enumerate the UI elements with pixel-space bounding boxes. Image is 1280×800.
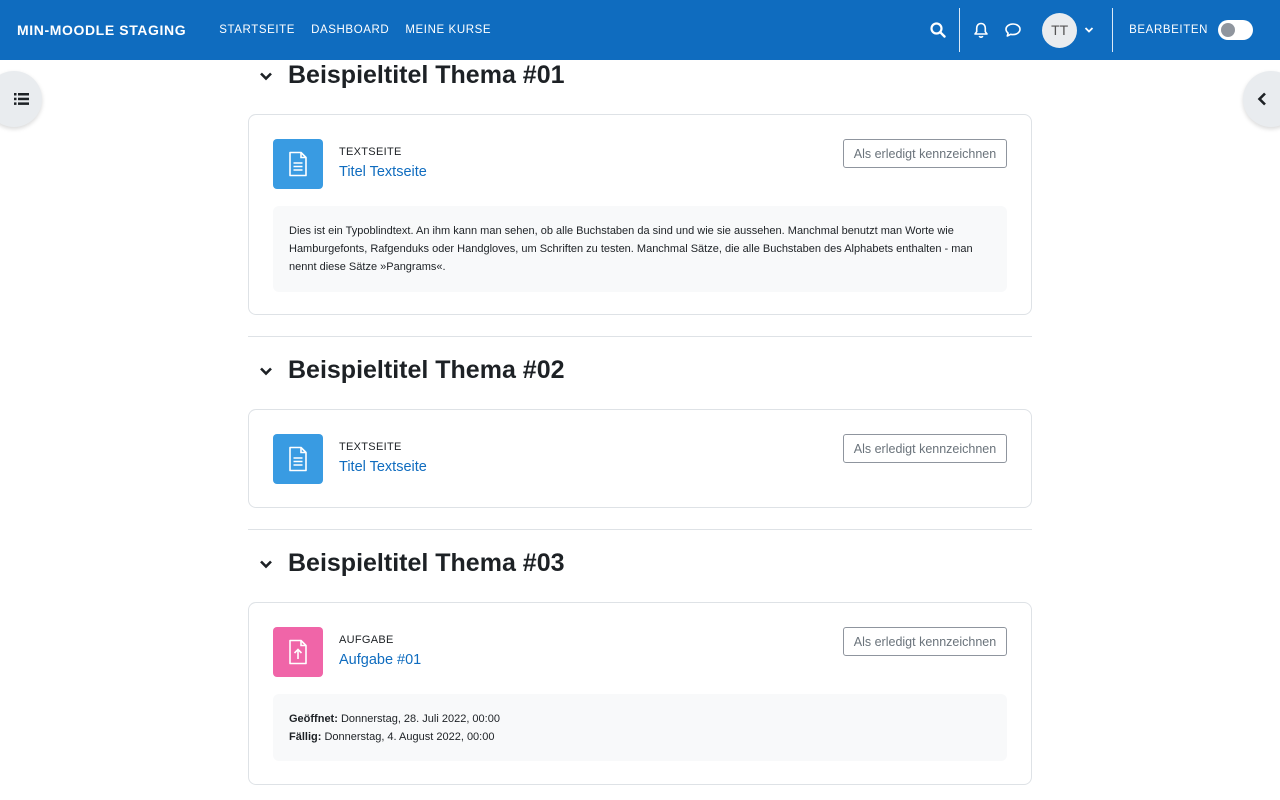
course-index-drawer-button[interactable] <box>0 71 42 127</box>
nav-link-meine-kurse[interactable]: MEINE KURSE <box>405 24 491 36</box>
top-navbar: MIN-MOODLE STAGING STARTSEITE DASHBOARD … <box>0 0 1280 60</box>
section-divider <box>248 529 1032 530</box>
activity-type-label: AUFGABE <box>339 634 394 646</box>
section-collapse-chevron-icon[interactable] <box>256 66 276 86</box>
navbar-divider <box>959 8 961 52</box>
navbar-actions: TT BEARBEITEN <box>927 0 1280 60</box>
navbar-divider <box>1112 8 1114 52</box>
section-title[interactable]: Beispieltitel Thema #01 <box>288 61 565 90</box>
activity-icon-box <box>273 434 323 484</box>
chevron-left-icon <box>1257 92 1266 106</box>
due-date-label: Fällig: <box>289 731 322 743</box>
due-date-value: Donnerstag, 4. August 2022, 00:00 <box>324 731 495 743</box>
section-header-1: Beispieltitel Thema #01 <box>256 61 565 90</box>
list-icon <box>13 93 29 105</box>
section-header-2: Beispieltitel Thema #02 <box>256 356 565 385</box>
nav-link-dashboard[interactable]: DASHBOARD <box>311 24 389 36</box>
activity-dates: Geöffnet: Donnerstag, 28. Juli 2022, 00:… <box>273 694 1007 761</box>
activity-type-label: TEXTSEITE <box>339 146 402 158</box>
open-date-label: Geöffnet: <box>289 713 338 725</box>
primary-navigation: STARTSEITE DASHBOARD MEINE KURSE <box>219 24 507 36</box>
activity-type-label: TEXTSEITE <box>339 441 402 453</box>
section-collapse-chevron-icon[interactable] <box>256 361 276 381</box>
open-date-value: Donnerstag, 28. Juli 2022, 00:00 <box>340 713 500 725</box>
activity-name-link[interactable]: Aufgabe #01 <box>339 652 421 668</box>
chevron-down-icon[interactable] <box>1078 19 1100 41</box>
section-collapse-chevron-icon[interactable] <box>256 554 276 574</box>
site-brand[interactable]: MIN-MOODLE STAGING <box>17 22 186 38</box>
page-icon <box>289 151 307 177</box>
toggle-knob <box>1221 23 1235 37</box>
activity-card: TEXTSEITE Titel Textseite Als erledigt k… <box>248 409 1032 508</box>
mark-as-done-button[interactable]: Als erledigt kennzeichnen <box>843 139 1007 168</box>
open-date-row: Geöffnet: Donnerstag, 28. Juli 2022, 00:… <box>289 710 991 728</box>
due-date-row: Fällig: Donnerstag, 4. August 2022, 00:0… <box>289 728 991 746</box>
assignment-upload-icon <box>289 639 307 665</box>
activity-card: TEXTSEITE Titel Textseite Als erledigt k… <box>248 114 1032 315</box>
bell-icon[interactable] <box>970 19 992 41</box>
page-icon <box>289 446 307 472</box>
activity-name-link[interactable]: Titel Textseite <box>339 164 427 180</box>
search-icon[interactable] <box>927 19 949 41</box>
section-title[interactable]: Beispieltitel Thema #02 <box>288 356 565 385</box>
section-divider <box>248 336 1032 337</box>
edit-mode-toggle[interactable] <box>1218 20 1253 40</box>
mark-as-done-button[interactable]: Als erledigt kennzeichnen <box>843 627 1007 656</box>
section-title[interactable]: Beispieltitel Thema #03 <box>288 549 565 578</box>
chat-bubble-icon[interactable] <box>1002 19 1024 41</box>
edit-mode-label: BEARBEITEN <box>1129 24 1208 36</box>
activity-card: AUFGABE Aufgabe #01 Als erledigt kennzei… <box>248 602 1032 785</box>
block-drawer-button[interactable] <box>1243 71 1280 127</box>
activity-name-link[interactable]: Titel Textseite <box>339 459 427 475</box>
mark-as-done-button[interactable]: Als erledigt kennzeichnen <box>843 434 1007 463</box>
section-header-3: Beispieltitel Thema #03 <box>256 549 565 578</box>
activity-icon-box <box>273 627 323 677</box>
activity-description: Dies ist ein Typoblindtext. An ihm kann … <box>273 206 1007 292</box>
nav-link-startseite[interactable]: STARTSEITE <box>219 24 295 36</box>
user-avatar[interactable]: TT <box>1042 12 1078 48</box>
activity-icon-box <box>273 139 323 189</box>
